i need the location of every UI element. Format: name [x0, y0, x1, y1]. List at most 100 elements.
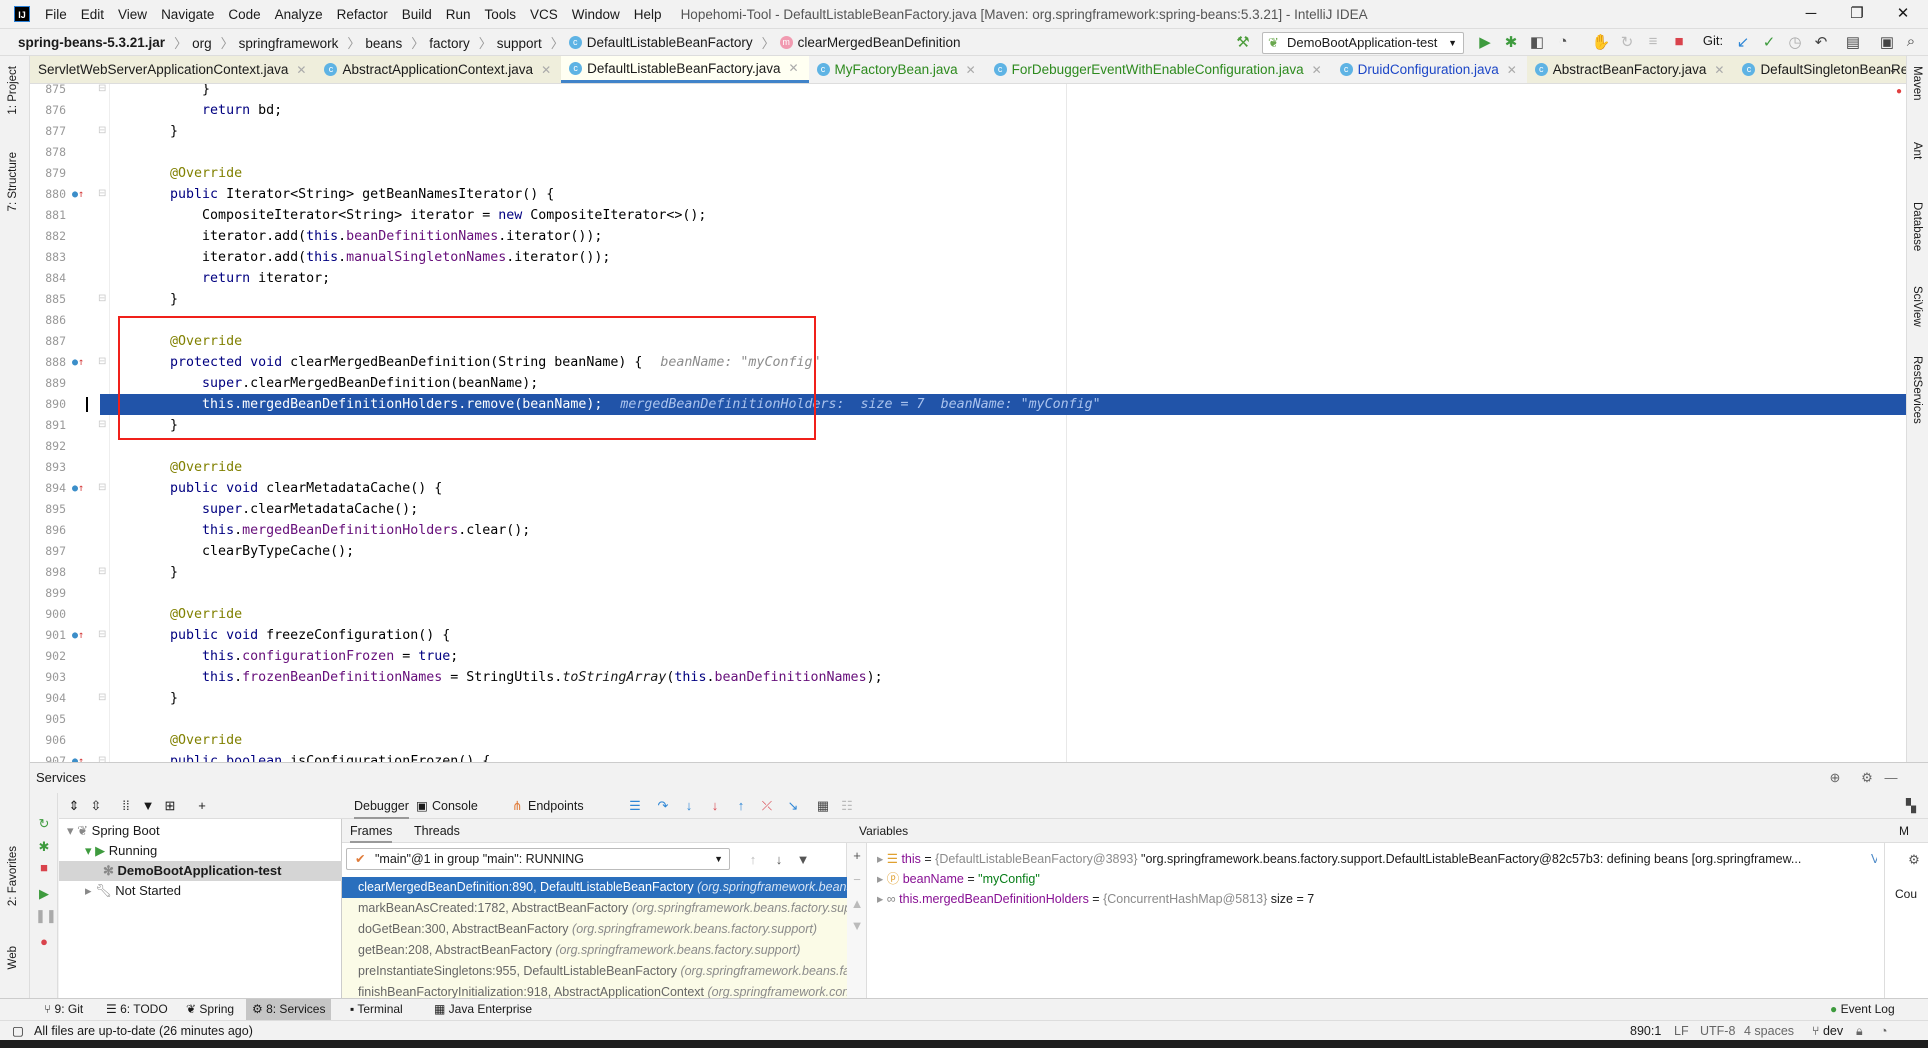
debug-icon[interactable]: ✱ [35, 838, 53, 856]
close-button[interactable]: ✕ [1880, 0, 1926, 28]
add-service-icon[interactable]: + [193, 797, 211, 815]
fold-marker-icon[interactable]: ⊟ [98, 566, 106, 577]
fold-marker-icon[interactable]: ⊟ [98, 692, 106, 703]
tab-console[interactable]: ▣ Console [416, 793, 478, 819]
next-frame-icon[interactable]: ↓ [770, 851, 788, 869]
gear-icon[interactable]: ⚙ [1905, 851, 1923, 869]
breadcrumb-factory[interactable]: factory [429, 36, 470, 51]
project-tool-button[interactable]: 1: Project [7, 66, 19, 115]
run-configuration-select[interactable]: ❦ DemoBootApplication-test ▼ [1262, 32, 1464, 54]
close-tab-icon[interactable]: ✕ [788, 61, 798, 75]
override-marker-icon[interactable]: ●↑ [72, 751, 84, 762]
maven-tool-button[interactable]: Maven [1911, 66, 1923, 101]
editor-tab[interactable]: c DefaultListableBeanFactory.java ✕ [561, 56, 809, 83]
stack-frame[interactable]: clearMergedBeanDefinition:890, DefaultLi… [342, 877, 847, 898]
fold-marker-icon[interactable]: ⊟ [98, 419, 106, 430]
code-line[interactable]: 878 [30, 142, 1906, 163]
database-tool-button[interactable]: Database [1911, 202, 1923, 251]
git-branch[interactable]: ⑂ dev [1812, 1021, 1843, 1041]
thread-select[interactable]: ✔ "main"@1 in group "main": RUNNING ▼ [346, 848, 730, 870]
evaluate-expression-icon[interactable]: ▦ [814, 797, 832, 815]
rollback-icon[interactable]: ↶ [1810, 33, 1832, 51]
service-tree-item[interactable]: ▾ ❦ Spring Boot [59, 821, 342, 841]
override-marker-icon[interactable]: ●↑ [72, 625, 84, 646]
code-line[interactable]: 897 clearByTypeCache(); [30, 541, 1906, 562]
tree-node-icon[interactable]: ▾ ▶ [85, 843, 109, 858]
web-tool-button[interactable]: Web [7, 946, 19, 969]
override-marker-icon[interactable]: ●↑ [72, 184, 84, 205]
expand-arrow-icon[interactable]: ▸ [877, 872, 887, 886]
move-down-icon[interactable]: ▼ [848, 917, 866, 935]
terminal-tool-button[interactable]: ▪ Terminal [344, 999, 409, 1020]
tree-node-icon[interactable]: ▸ 🔧︎ [85, 883, 115, 898]
services-tool-button[interactable]: ⚙ 8: Services [246, 999, 332, 1020]
expand-all-icon[interactable]: ⇕ [65, 797, 83, 815]
menu-build[interactable]: Build [395, 7, 439, 22]
editor-tab[interactable]: c ForDebuggerEventWithEnableConfiguration… [986, 56, 1332, 83]
menu-vcs[interactable]: VCS [523, 7, 565, 22]
breadcrumb-jar[interactable]: spring-beans-5.3.21.jar [18, 35, 165, 50]
stop-icon[interactable]: ■ [35, 859, 53, 877]
hide-icon[interactable]: — [1882, 769, 1900, 787]
close-tab-icon[interactable]: ✕ [1714, 63, 1724, 77]
locate-icon[interactable]: ⊕ [1826, 769, 1844, 787]
step-over-icon[interactable]: ↷ [654, 797, 672, 815]
profile-icon[interactable]: ◔ [1552, 33, 1574, 50]
rerun-icon[interactable]: ↻ [35, 815, 53, 833]
stack-frame[interactable]: markBeanAsCreated:1782, AbstractBeanFact… [342, 898, 847, 919]
code-line[interactable]: 885 } [30, 289, 1906, 310]
stack-frame[interactable]: doGetBean:300, AbstractBeanFactory (org.… [342, 919, 847, 940]
expand-arrow-icon[interactable]: ▸ [877, 892, 887, 906]
view-link[interactable]: View [1867, 849, 1877, 869]
debug-icon[interactable]: ✱ [1500, 33, 1522, 51]
fold-marker-icon[interactable]: ⊟ [98, 356, 106, 367]
move-up-icon[interactable]: ▲ [848, 895, 866, 913]
code-line[interactable]: 900 @Override [30, 604, 1906, 625]
step-icon[interactable]: ≡ [1642, 33, 1664, 50]
code-line[interactable]: 893 @Override [30, 457, 1906, 478]
code-line[interactable]: 907 ●↑ public boolean isConfigurationFroz… [30, 751, 1906, 762]
menu-file[interactable]: File [38, 7, 74, 22]
tab-endpoints[interactable]: ⋔ Endpoints [512, 793, 584, 819]
menu-run[interactable]: Run [439, 7, 478, 22]
code-line[interactable]: 877 } [30, 121, 1906, 142]
line-separator[interactable]: LF [1674, 1021, 1689, 1041]
override-marker-icon[interactable]: ●↑ [72, 352, 84, 373]
resume-icon[interactable]: ▶ [35, 885, 53, 903]
step-into-icon[interactable]: ↓ [680, 797, 698, 815]
collapse-all-icon[interactable]: ⇳ [87, 797, 105, 815]
fold-marker-icon[interactable]: ⊟ [98, 755, 106, 762]
variable-row[interactable]: ▸ ⓟ beanName = "myConfig" [877, 869, 1877, 889]
stack-frame[interactable]: preInstantiateSingletons:955, DefaultLis… [342, 961, 847, 982]
indent-setting[interactable]: 4 spaces [1744, 1021, 1794, 1041]
menu-view[interactable]: View [111, 7, 154, 22]
service-tree-item[interactable]: ▾ ▶ Running [59, 841, 342, 861]
status-icon[interactable]: ▢ [12, 1021, 24, 1041]
editor-tab[interactable]: c MyFactoryBean.java ✕ [809, 56, 986, 83]
code-line[interactable]: 902 this.configurationFrozen = true; [30, 646, 1906, 667]
group-icon[interactable]: ⁞⁞ [117, 797, 135, 815]
todo-tool-button[interactable]: ☰ 6: TODO [100, 999, 174, 1020]
code-line[interactable]: 906 @Override [30, 730, 1906, 751]
code-line[interactable]: 876 return bd; [30, 100, 1906, 121]
code-line[interactable]: 894 ●↑ public void clearMetadataCache() { [30, 478, 1906, 499]
spring-tool-button[interactable]: ❦ Spring [180, 999, 240, 1020]
variable-row[interactable]: ▸ ∞ this.mergedBeanDefinitionHolders = {… [877, 889, 1877, 909]
code-line[interactable]: 882 iterator.add(this.beanDefinitionName… [30, 226, 1906, 247]
menu-navigate[interactable]: Navigate [154, 7, 221, 22]
fold-marker-icon[interactable]: ⊟ [98, 629, 106, 640]
previous-frame-icon[interactable]: ↑ [744, 851, 762, 869]
fold-marker-icon[interactable]: ⊟ [98, 125, 106, 136]
java-enterprise-tool-button[interactable]: ▦ Java Enterprise [428, 999, 538, 1020]
menu-analyze[interactable]: Analyze [268, 7, 330, 22]
fold-marker-icon[interactable]: ⊟ [98, 84, 106, 94]
code-line[interactable]: 898 } [30, 562, 1906, 583]
breadcrumb-springframework[interactable]: springframework [239, 36, 339, 51]
lock-icon[interactable]: 🔒︎ [1856, 1021, 1863, 1041]
menu-code[interactable]: Code [221, 7, 267, 22]
event-log-button[interactable]: ● Event Log [1824, 999, 1901, 1020]
build-hammer-icon[interactable]: ⚒ [1232, 33, 1254, 51]
stack-frame[interactable]: getBean:208, AbstractBeanFactory (org.sp… [342, 940, 847, 961]
reload-icon[interactable]: ↻ [1616, 33, 1638, 51]
breadcrumb-support[interactable]: support [497, 36, 542, 51]
